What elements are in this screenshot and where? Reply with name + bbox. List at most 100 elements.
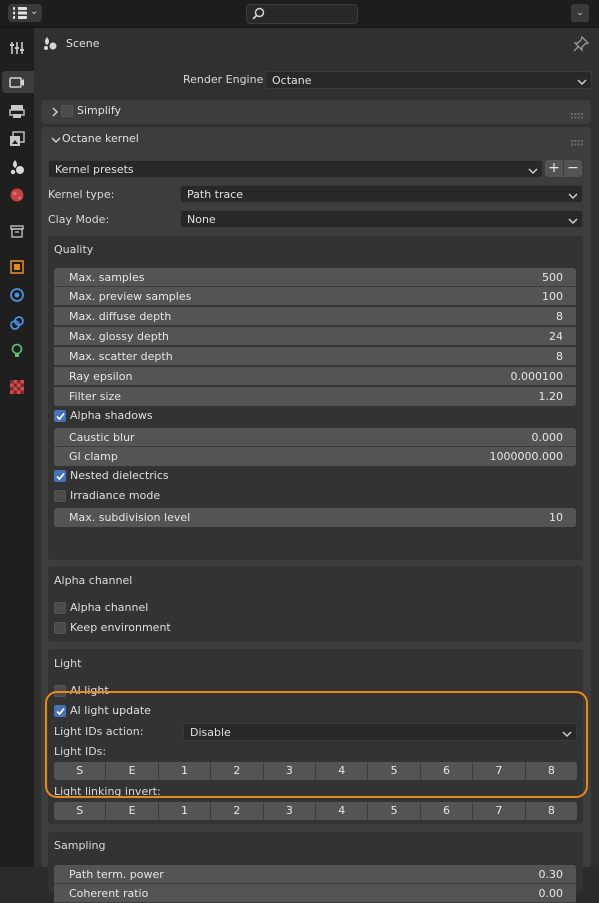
path-term-power-field[interactable]: Path term. power 0.30 <box>54 865 576 884</box>
quality-subpanel: Quality Max. samples 500 Max. preview sa… <box>48 236 583 560</box>
field-label: Max. scatter depth <box>69 350 173 363</box>
light-id-toggle-3[interactable]: 3 <box>263 762 317 780</box>
tab-texture[interactable] <box>6 376 28 398</box>
light-linking-toggle-2[interactable]: 2 <box>211 802 264 820</box>
kernel-type-dropdown[interactable]: Path trace <box>180 185 583 203</box>
max-scatter-depth-field[interactable]: Max. scatter depth 8 <box>54 347 576 366</box>
chevron-down-icon: ⌄ <box>30 6 39 17</box>
light-id-toggle-4[interactable]: 4 <box>316 762 369 780</box>
tab-object[interactable] <box>6 256 28 278</box>
coherent-ratio-field[interactable]: Coherent ratio 0.00 <box>54 884 576 903</box>
filter-size-field[interactable]: Filter size 1.20 <box>54 387 576 406</box>
max-subdivision-level-field[interactable]: Max. subdivision level 10 <box>54 508 576 527</box>
light-linking-toggle-5[interactable]: 5 <box>368 802 421 820</box>
light-linking-toggle-7[interactable]: 7 <box>473 802 526 820</box>
tab-render[interactable] <box>2 71 34 93</box>
field-label: Max. glossy depth <box>69 330 169 343</box>
light-linking-toggle-3[interactable]: 3 <box>263 802 317 820</box>
light-id-toggle-1[interactable]: 1 <box>158 762 212 780</box>
field-label: Coherent ratio <box>69 887 149 900</box>
light-linking-toggle-1[interactable]: 1 <box>158 802 212 820</box>
light-bulb-icon <box>11 343 23 357</box>
tab-modifiers[interactable] <box>6 284 28 306</box>
scene-icon <box>42 37 58 54</box>
search-input[interactable] <box>246 4 358 24</box>
max-diffuse-depth-field[interactable]: Max. diffuse depth 8 <box>54 307 576 326</box>
tab-collection[interactable] <box>6 220 28 242</box>
irradiance-mode-label: Irradiance mode <box>70 489 161 502</box>
kernel-type-value: Path trace <box>187 188 244 201</box>
pin-icon[interactable] <box>573 35 590 55</box>
light-linking-toggle-8[interactable]: 8 <box>525 802 578 820</box>
light-ids-label: Light IDs: <box>54 745 107 758</box>
sampling-title: Sampling <box>54 839 106 852</box>
light-linking-toggle-6[interactable]: 6 <box>420 802 474 820</box>
tab-scene[interactable] <box>6 156 28 178</box>
checkbox-box <box>54 622 66 634</box>
clay-mode-value: None <box>187 213 216 226</box>
tab-world[interactable] <box>6 184 28 206</box>
alpha-channel-label: Alpha channel <box>70 601 149 614</box>
light-ids-action-dropdown[interactable]: Disable <box>183 723 577 741</box>
view-layer-icon <box>10 131 25 146</box>
tab-view-layer[interactable] <box>6 128 28 150</box>
field-value: 500 <box>542 271 563 284</box>
constraints-icon <box>10 316 24 330</box>
field-value: 24 <box>549 330 563 343</box>
light-id-toggle-7[interactable]: 7 <box>473 762 526 780</box>
field-label: Max. diffuse depth <box>69 310 172 323</box>
light-id-toggle-s[interactable]: S <box>54 762 107 780</box>
octane-kernel-panel-header[interactable]: Octane kernel <box>41 127 591 151</box>
checkbox-box <box>54 490 66 502</box>
chevron-down-icon <box>577 76 587 89</box>
chevron-down-icon <box>528 165 538 178</box>
light-id-toggle-8[interactable]: 8 <box>525 762 578 780</box>
light-id-toggle-6[interactable]: 6 <box>420 762 474 780</box>
render-engine-dropdown[interactable]: Octane <box>265 71 592 89</box>
light-id-toggle-2[interactable]: 2 <box>211 762 264 780</box>
clay-mode-dropdown[interactable]: None <box>180 210 583 228</box>
light-subpanel: Light AI light AI light update Light IDs… <box>48 649 583 824</box>
light-ids-toggle-row: S E 1 2 3 4 5 6 7 8 <box>54 762 578 780</box>
world-icon <box>10 188 24 202</box>
light-linking-toggle-4[interactable]: 4 <box>316 802 369 820</box>
field-label: GI clamp <box>69 450 118 463</box>
max-glossy-depth-field[interactable]: Max. glossy depth 24 <box>54 327 576 346</box>
remove-preset-button[interactable]: − <box>564 160 582 177</box>
render-engine-value: Octane <box>272 74 312 87</box>
simplify-panel-header[interactable]: Simplify <box>41 100 591 124</box>
ray-epsilon-field[interactable]: Ray epsilon 0.000100 <box>54 367 576 386</box>
field-value: 0.00 <box>538 887 564 900</box>
light-ids-action-value: Disable <box>190 726 231 739</box>
kernel-presets-dropdown[interactable]: Kernel presets <box>48 160 543 178</box>
keep-environment-label: Keep environment <box>70 621 171 634</box>
quality-title: Quality <box>54 243 94 256</box>
editor-type-button[interactable]: ⌄ <box>8 4 42 22</box>
tab-object-data[interactable] <box>6 340 28 362</box>
max-preview-samples-field[interactable]: Max. preview samples 100 <box>54 287 576 306</box>
field-label: Filter size <box>69 390 122 403</box>
light-id-toggle-e[interactable]: E <box>106 762 159 780</box>
caustic-blur-field[interactable]: Caustic blur 0.000 <box>54 428 576 447</box>
checkbox-box <box>54 410 66 422</box>
light-linking-invert-toggle-row: S E 1 2 3 4 5 6 7 8 <box>54 802 578 820</box>
max-samples-field[interactable]: Max. samples 500 <box>54 268 576 287</box>
nested-dielectrics-label: Nested dielectrics <box>70 469 169 482</box>
add-preset-button[interactable]: + <box>545 160 563 177</box>
light-id-toggle-5[interactable]: 5 <box>368 762 421 780</box>
gi-clamp-field[interactable]: GI clamp 1000000.000 <box>54 447 576 466</box>
tab-output[interactable] <box>6 100 28 122</box>
tab-constraints[interactable] <box>6 312 28 334</box>
ai-light-label: AI light <box>70 684 109 697</box>
options-dropdown-button[interactable]: ⌄ <box>571 4 589 22</box>
field-value: 0.000 <box>531 431 564 444</box>
drag-grip-icon[interactable] <box>571 109 583 122</box>
light-linking-toggle-e[interactable]: E <box>106 802 159 820</box>
drag-grip-icon[interactable] <box>571 136 583 149</box>
light-linking-toggle-s[interactable]: S <box>54 802 107 820</box>
kernel-type-label: Kernel type: <box>48 188 115 201</box>
tab-tool[interactable] <box>6 37 28 59</box>
render-icon <box>9 77 24 88</box>
chevron-down-icon <box>51 134 61 147</box>
octane-kernel-title: Octane kernel <box>62 132 139 145</box>
